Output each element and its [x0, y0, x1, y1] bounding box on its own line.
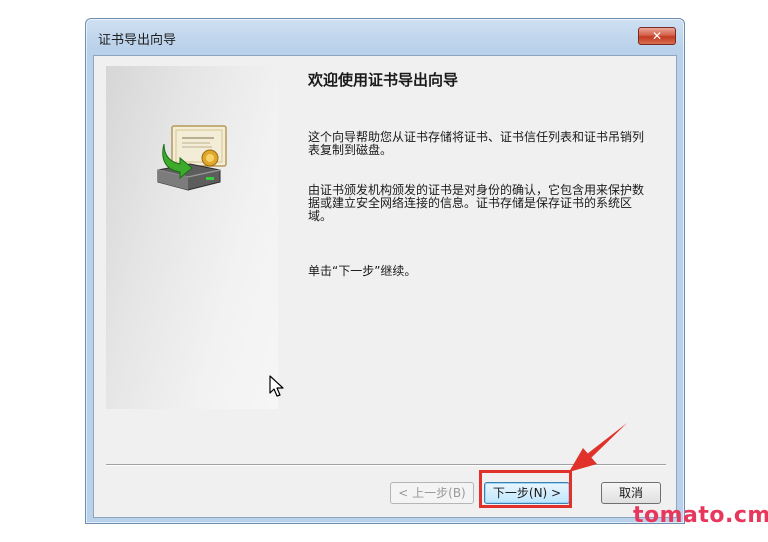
- back-button[interactable]: < 上一步(B): [390, 482, 474, 504]
- next-button-highlight: [479, 470, 572, 508]
- page-title: 欢迎使用证书导出向导: [308, 71, 459, 89]
- watermark-text: tomato.cm: [633, 503, 768, 528]
- certificate-export-icon: [157, 125, 227, 191]
- red-arrow-icon: [569, 423, 627, 472]
- title-bar[interactable]: 证书导出向导 ✕: [86, 19, 684, 55]
- instruction-text: 单击“下一步”继续。: [308, 264, 417, 278]
- mouse-pointer-icon: [269, 375, 284, 397]
- close-icon: ✕: [651, 29, 663, 43]
- close-button[interactable]: ✕: [638, 27, 676, 45]
- cancel-button[interactable]: 取消: [601, 482, 661, 504]
- window-title: 证书导出向导: [98, 33, 177, 48]
- description-paragraph-1: 这个向导帮助您从证书存储将证书、证书信任列表和证书吊销列表复制到磁盘。: [308, 130, 645, 157]
- wizard-side-panel: [106, 66, 278, 409]
- description-paragraph-2: 由证书颁发机构颁发的证书是对身份的确认，它包含用来保护数据或建立安全网络连接的信…: [308, 183, 645, 223]
